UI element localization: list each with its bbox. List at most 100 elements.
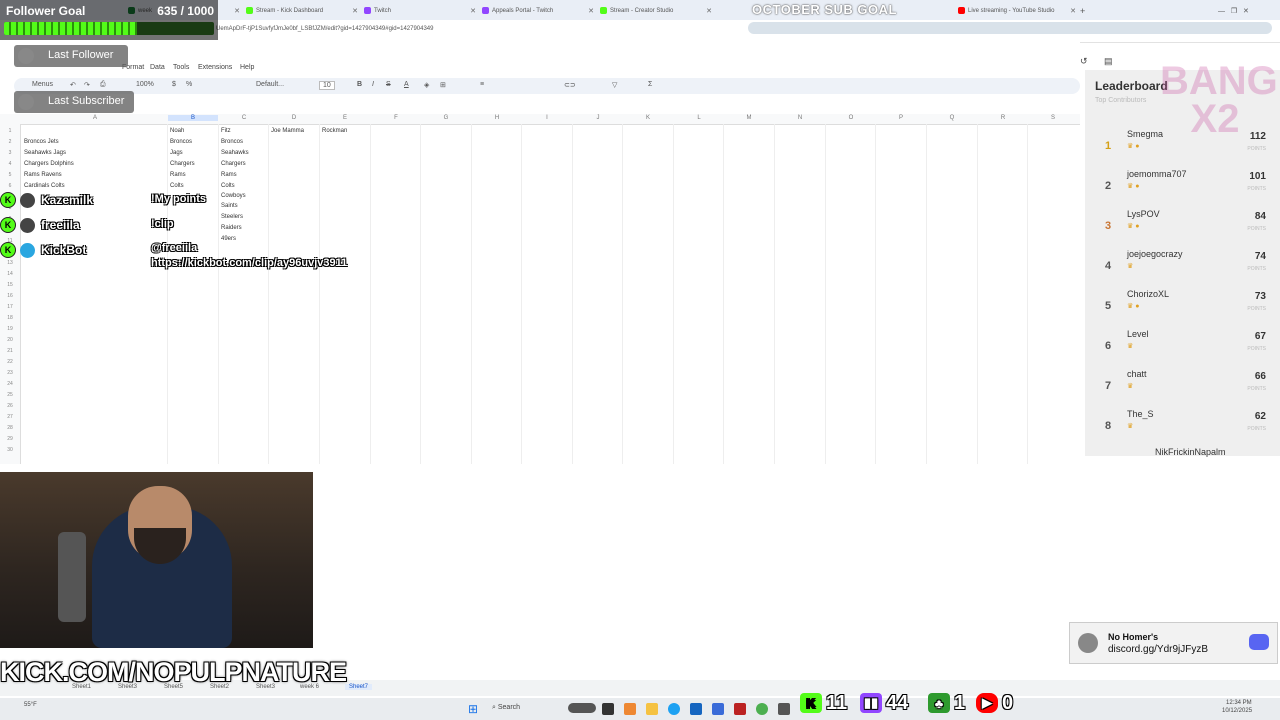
cell-matchup[interactable]: Broncos Jets (24, 139, 59, 145)
cell-pick[interactable]: Raiders (221, 225, 242, 231)
cell-pick[interactable]: Rams (221, 172, 237, 178)
row-header[interactable]: 20 (0, 337, 20, 343)
chrome-icon[interactable] (756, 703, 768, 715)
print-icon[interactable]: ⎙ (100, 81, 106, 89)
fill-color-icon[interactable]: ◈ (424, 81, 429, 89)
column-header[interactable]: H (472, 115, 522, 121)
browser-tab[interactable]: Twitch ✕ (364, 3, 476, 18)
font-select[interactable]: Default... (256, 81, 284, 88)
close-icon[interactable]: ✕ (588, 7, 594, 15)
cell-pick[interactable]: Chargers (170, 161, 195, 167)
close-icon[interactable]: ✕ (352, 7, 358, 15)
close-icon[interactable]: ✕ (234, 7, 240, 15)
italic-button[interactable]: I (372, 81, 374, 88)
row-header[interactable]: 3 (0, 150, 20, 156)
browser-tab[interactable]: Stream - Kick Dashboard ✕ (246, 3, 358, 18)
cell-pick[interactable]: Chargers (221, 161, 246, 167)
align-icon[interactable]: ≡ (480, 81, 484, 88)
taskbar-app-icon[interactable] (712, 703, 724, 715)
column-header[interactable]: K (623, 115, 673, 121)
row-header[interactable]: 1 (0, 128, 20, 134)
column-header[interactable]: Q (927, 115, 977, 121)
browser-tab[interactable]: Stream - Creator Studio ✕ (600, 3, 712, 18)
row-header[interactable]: 25 (0, 392, 20, 398)
percent-icon[interactable]: % (186, 81, 192, 88)
browser-tab[interactable]: Live streaming - YouTube Studio ✕ (958, 3, 1076, 18)
row-header[interactable]: 18 (0, 315, 20, 321)
column-header[interactable]: N (775, 115, 825, 121)
column-header[interactable]: E (320, 115, 370, 121)
chat-link[interactable]: https://kickbot.com/clip/ay96uvjv3911 (151, 257, 347, 269)
close-icon[interactable]: ✕ (1070, 7, 1076, 15)
column-header[interactable]: R (978, 115, 1028, 121)
cell-pick[interactable]: 49ers (221, 236, 236, 242)
new-tab-button[interactable]: + (1080, 3, 1090, 18)
link-icon[interactable]: ⊂⊃ (564, 81, 576, 89)
cell-pick[interactable]: Colts (170, 183, 184, 189)
menu-help[interactable]: Help (240, 64, 254, 71)
taskbar-app-icon[interactable] (602, 703, 614, 715)
row-header[interactable]: 21 (0, 348, 20, 354)
comment-icon[interactable]: ▤ (1104, 56, 1113, 67)
row-header[interactable]: 27 (0, 414, 20, 420)
column-header[interactable]: G (421, 115, 471, 121)
strikethrough-button[interactable]: S (386, 81, 391, 88)
row-header[interactable]: 30 (0, 447, 20, 453)
taskbar-app-icon[interactable] (690, 703, 702, 715)
filter-icon[interactable]: ▽ (612, 81, 617, 89)
browser-tab[interactable]: Appeals Portal - Twitch ✕ (482, 3, 594, 18)
history-icon[interactable]: ↺ (1080, 56, 1088, 67)
column-header-selected[interactable]: B (168, 115, 218, 121)
bold-button[interactable]: B (357, 81, 362, 88)
taskbar-app-icon[interactable] (668, 703, 680, 715)
text-color-button[interactable]: A (404, 81, 409, 88)
taskbar-search[interactable]: ⌕ Search (492, 704, 520, 712)
cell-matchup[interactable]: Seahawks Jags (24, 150, 66, 156)
column-header[interactable]: A (70, 115, 120, 121)
taskbar-app-icon[interactable] (624, 703, 636, 715)
row-header[interactable]: 16 (0, 293, 20, 299)
column-header[interactable]: M (724, 115, 774, 121)
cell-pick[interactable]: Jags (170, 150, 183, 156)
menu-data[interactable]: Data (150, 64, 165, 71)
zoom-select[interactable]: 100% (136, 81, 154, 88)
row-header[interactable]: 5 (0, 172, 20, 178)
sheet-tab-active[interactable]: Sheet7 (345, 684, 373, 690)
row-header[interactable]: 26 (0, 403, 20, 409)
row-header[interactable]: 14 (0, 271, 20, 277)
cell-header-fitz[interactable]: Fitz (221, 128, 231, 134)
currency-icon[interactable]: $ (172, 81, 176, 88)
row-header[interactable]: 22 (0, 359, 20, 365)
row-header[interactable]: 13 (0, 260, 20, 266)
column-header[interactable]: S (1028, 115, 1078, 121)
cell-pick[interactable]: Broncos (221, 139, 243, 145)
column-header[interactable]: F (371, 115, 421, 121)
menu-extensions[interactable]: Extensions (198, 64, 232, 71)
cell-pick[interactable]: Saints (221, 203, 238, 209)
cell-pick[interactable]: Rams (170, 172, 186, 178)
undo-icon[interactable]: ↶ (70, 81, 76, 89)
row-header[interactable]: 23 (0, 370, 20, 376)
cell-matchup[interactable]: Chargers Dolphins (24, 161, 74, 167)
cell-pick[interactable]: Steelers (221, 214, 243, 220)
cell-matchup[interactable]: Cardinals Colts (24, 183, 65, 189)
windows-start-icon[interactable]: ⊞ (468, 702, 478, 716)
row-header[interactable]: 2 (0, 139, 20, 145)
row-header[interactable]: 17 (0, 304, 20, 310)
cell-header-noah[interactable]: Noah (170, 128, 184, 134)
row-header[interactable]: 6 (0, 183, 20, 189)
menu-tools[interactable]: Tools (173, 64, 189, 71)
url-text[interactable]: UemApDrF-tjP1SuvfyfJmJe0bf_LSBfJZM/edit?… (216, 26, 433, 32)
column-header[interactable]: L (674, 115, 724, 121)
column-header[interactable]: O (826, 115, 876, 121)
menus-button[interactable]: Menus (32, 81, 53, 88)
borders-icon[interactable]: ⊞ (440, 81, 446, 89)
column-header[interactable]: J (573, 115, 623, 121)
cell-pick[interactable]: Cowboys (221, 193, 246, 199)
weather-widget[interactable]: 55°F (24, 702, 37, 708)
taskbar-app-icon[interactable] (568, 703, 596, 713)
column-header[interactable]: C (219, 115, 269, 121)
close-icon[interactable]: ✕ (470, 7, 476, 15)
column-header[interactable]: P (876, 115, 926, 121)
cell-header-joe-mamma[interactable]: Joe Mamma (271, 128, 304, 134)
